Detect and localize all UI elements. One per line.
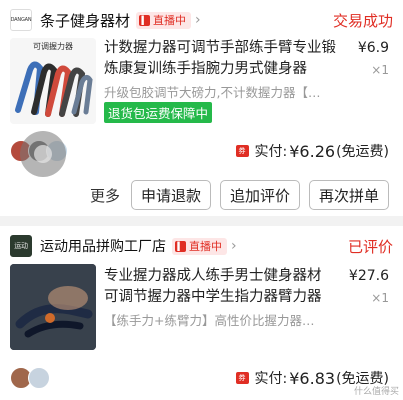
coupon-icon: 券 bbox=[235, 372, 249, 384]
product-title[interactable]: 专业握力器成人练手男士健身器材可调节握力器中学生指力器臂力器 bbox=[104, 266, 334, 308]
product-thumbnail[interactable]: 可调握力器 bbox=[10, 38, 96, 124]
live-label: 直播中 bbox=[153, 14, 187, 27]
coupon-icon: 券 bbox=[235, 145, 249, 157]
live-badge[interactable]: ▍ 直播中 bbox=[172, 237, 227, 255]
order-card: 运动 运动用品拼购工厂店 ▍ 直播中 › 已评价 专业握力器成人练手男士健身器材… bbox=[0, 226, 403, 400]
paid-note: (免运费) bbox=[336, 144, 389, 160]
order-header: DANGAN 条子健身器材 ▍ 直播中 › 交易成功 bbox=[10, 8, 393, 32]
order-actions: 更多 申请退款 追加评价 再次拼单 bbox=[0, 180, 389, 210]
live-icon: ▍ bbox=[139, 14, 151, 26]
chevron-right-icon[interactable]: › bbox=[195, 12, 201, 28]
order-status: 已评价 bbox=[347, 237, 393, 256]
thumb-caption: 可调握力器 bbox=[33, 41, 73, 51]
reorder-button[interactable]: 再次拼单 bbox=[308, 180, 389, 210]
request-refund-button[interactable]: 申请退款 bbox=[130, 180, 211, 210]
shop-name[interactable]: 条子健身器材 bbox=[40, 10, 130, 31]
watermark: 什么值得买 bbox=[353, 387, 399, 397]
shop-name[interactable]: 运动用品拼购工厂店 bbox=[40, 236, 166, 256]
product-spec: 升级包胶调节大磅力,不计数握力器【… bbox=[104, 85, 321, 100]
hand-gripper-image: 可调握力器 bbox=[10, 38, 96, 124]
product-title[interactable]: 计数握力器可调节手部练手臂专业锻炼康复训练手指腕力男式健身器 bbox=[104, 38, 344, 80]
live-label: 直播中 bbox=[189, 240, 222, 253]
order-status: 交易成功 bbox=[332, 11, 393, 30]
paid-value: ¥6.83 bbox=[289, 368, 336, 388]
product-qty: ×1 bbox=[371, 63, 389, 77]
product-price: ¥6.9 bbox=[357, 40, 389, 56]
product-thumbnail[interactable] bbox=[10, 264, 96, 350]
product-spec: 【练手力+练臂力】高性价比握力器… bbox=[104, 313, 315, 328]
hand-gripper-image bbox=[10, 264, 96, 350]
floating-assist-button[interactable] bbox=[20, 131, 66, 177]
product-price: ¥27.6 bbox=[348, 268, 389, 284]
shop-logo[interactable]: DANGAN bbox=[10, 9, 32, 31]
order-header: 运动 运动用品拼购工厂店 ▍ 直播中 › 已评价 bbox=[10, 234, 393, 258]
live-icon: ▍ bbox=[175, 240, 186, 252]
shop-logo[interactable]: 运动 bbox=[10, 235, 32, 257]
payment-row: 券 实付: ¥6.83 (免运费) bbox=[0, 366, 389, 390]
avatar bbox=[28, 367, 50, 389]
group-avatars bbox=[10, 367, 50, 389]
live-badge[interactable]: ▍ 直播中 bbox=[136, 11, 192, 29]
product-qty: ×1 bbox=[371, 291, 389, 305]
more-button[interactable]: 更多 bbox=[90, 185, 120, 206]
paid-amount: 券 实付: ¥6.26 (免运费) bbox=[235, 141, 389, 161]
paid-label: 实付: bbox=[254, 371, 288, 387]
paid-label: 实付: bbox=[254, 144, 288, 160]
order-card: DANGAN 条子健身器材 ▍ 直播中 › 交易成功 可调握力器 计数握力器可调… bbox=[0, 0, 403, 216]
add-review-button[interactable]: 追加评价 bbox=[219, 180, 300, 210]
paid-value: ¥6.26 bbox=[289, 141, 336, 161]
refund-guarantee-tag: 退货包运费保障中 bbox=[104, 102, 213, 123]
chevron-right-icon[interactable]: › bbox=[231, 238, 237, 254]
